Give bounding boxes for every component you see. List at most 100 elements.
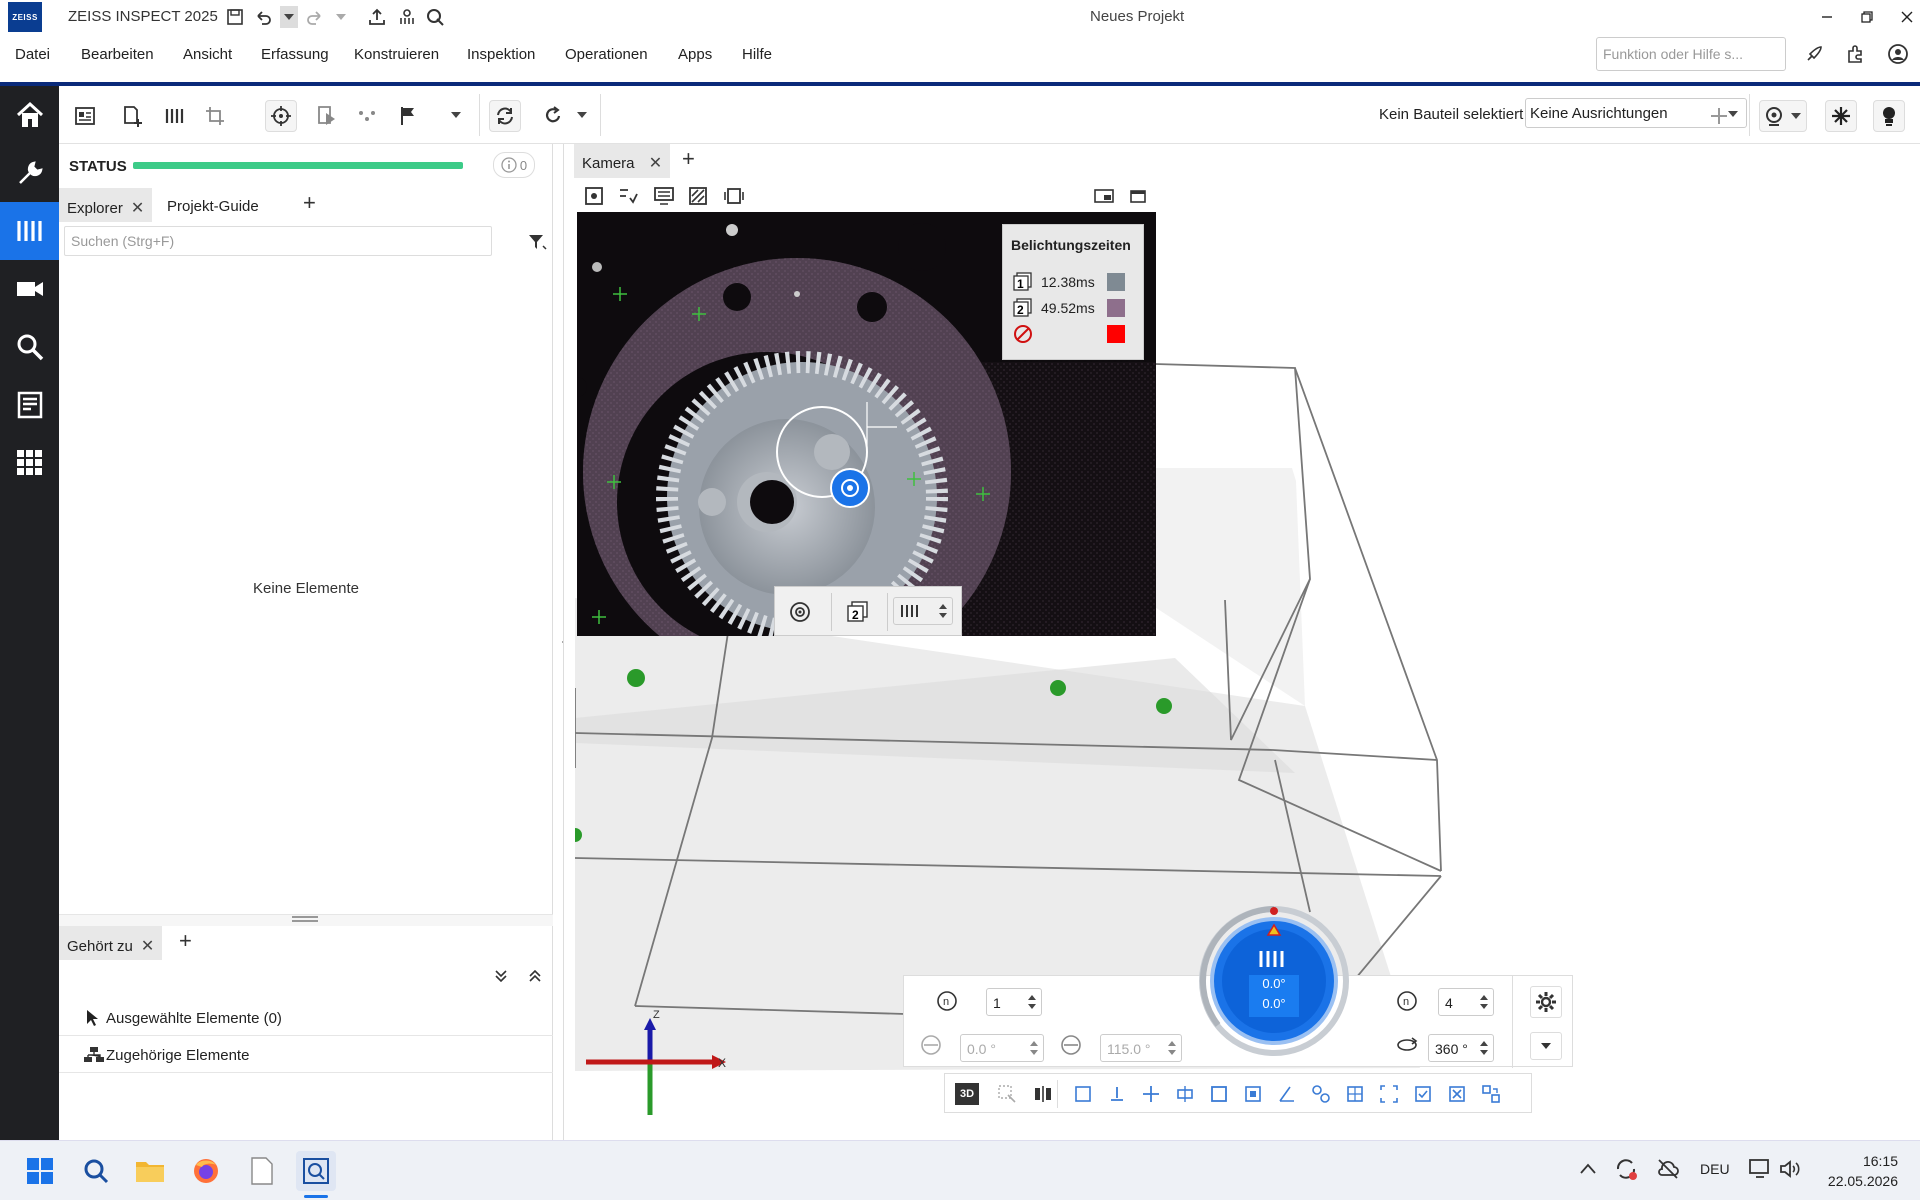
tray-display-icon[interactable] — [1748, 1157, 1772, 1181]
view-focus-icon[interactable] — [1379, 1084, 1399, 1104]
light-burst-icon[interactable] — [1825, 100, 1857, 132]
scan-series-stepper[interactable] — [893, 597, 953, 625]
menu-hilfe[interactable]: Hilfe — [742, 46, 772, 63]
target-scan-icon[interactable] — [265, 100, 297, 132]
tray-chevron-up-icon[interactable] — [1580, 1163, 1596, 1175]
bulb-icon[interactable] — [1873, 100, 1905, 132]
flag-dropdown-icon[interactable] — [451, 112, 461, 118]
explorer-layout-icon[interactable] — [69, 100, 101, 132]
view-check-icon[interactable] — [1413, 1084, 1433, 1104]
add-part-icon[interactable] — [117, 100, 149, 132]
undo-icon[interactable] — [252, 6, 274, 28]
reference-point[interactable] — [1050, 680, 1066, 696]
windows-start-icon[interactable] — [20, 1151, 60, 1191]
count-stepper[interactable]: 4 — [1438, 988, 1494, 1016]
close-icon[interactable] — [1894, 4, 1920, 30]
camera-projector-icon[interactable] — [654, 186, 674, 206]
camera-pattern-icon[interactable] — [688, 186, 708, 206]
info-badge[interactable]: 0 — [493, 152, 535, 178]
rotation-range-stepper[interactable]: 360 ° — [1428, 1034, 1494, 1062]
view-3d-icon[interactable]: 3D — [955, 1083, 979, 1105]
view-remove-icon[interactable] — [1447, 1084, 1467, 1104]
camera-snapshot-icon[interactable] — [584, 186, 604, 206]
steps-stepper[interactable]: 1 — [986, 988, 1042, 1016]
view-split-icon[interactable] — [1141, 1084, 1161, 1104]
selected-elements-row[interactable]: Ausgewählte Elemente (0) — [59, 1000, 553, 1036]
view-link-icon[interactable] — [1311, 1084, 1331, 1104]
camera-check-icon[interactable] — [618, 186, 638, 206]
crop-icon[interactable] — [199, 100, 231, 132]
file-explorer-icon[interactable] — [130, 1151, 170, 1191]
view-front-icon[interactable] — [1073, 1084, 1093, 1104]
tray-sync-icon[interactable] — [1614, 1157, 1638, 1181]
recompute-icon[interactable] — [537, 100, 569, 132]
scan-target-icon[interactable] — [789, 601, 811, 623]
nav-apps-grid-icon[interactable] — [0, 434, 59, 492]
camera-pip-icon[interactable] — [1094, 188, 1114, 204]
export-icon[interactable] — [366, 6, 388, 28]
view-target-icon[interactable] — [1759, 100, 1807, 132]
nav-report-icon[interactable] — [0, 376, 59, 434]
menu-konstruieren[interactable]: Konstruieren — [354, 46, 439, 63]
tab-kamera[interactable]: Kamera ✕ — [574, 144, 671, 178]
sensor-icon[interactable] — [396, 6, 418, 28]
nav-home-icon[interactable] — [0, 86, 59, 144]
close-tab-icon[interactable]: ✕ — [131, 200, 144, 217]
puzzle-icon[interactable] — [1842, 40, 1870, 68]
angle-end-stepper[interactable]: 115.0 ° — [1100, 1034, 1182, 1062]
angle-start-stepper[interactable]: 0.0 ° — [960, 1034, 1044, 1062]
collapse-all-icon[interactable] — [529, 970, 541, 982]
add-tab-icon[interactable]: + — [303, 190, 316, 216]
panel-splitter[interactable] — [59, 914, 553, 926]
notepad-icon[interactable] — [242, 1151, 282, 1191]
splitter-grip-icon[interactable] — [292, 916, 318, 922]
reference-point[interactable] — [627, 669, 645, 687]
function-search-input[interactable]: Funktion oder Hilfe s... — [1596, 37, 1786, 71]
view-bottom-icon[interactable] — [1107, 1084, 1127, 1104]
view-section-icon[interactable] — [1175, 1084, 1195, 1104]
refresh-icon[interactable] — [489, 100, 521, 132]
redo-dropdown-icon[interactable] — [332, 6, 350, 28]
nav-search-icon[interactable] — [0, 318, 59, 376]
minimize-icon[interactable] — [1814, 4, 1840, 30]
view-angle-icon[interactable] — [1277, 1084, 1297, 1104]
nav-wrench-icon[interactable] — [0, 144, 59, 202]
filter-icon[interactable] — [527, 232, 547, 252]
align-bars-icon[interactable] — [1033, 1084, 1053, 1104]
undo-dropdown-icon[interactable] — [280, 6, 298, 28]
menu-ansicht[interactable]: Ansicht — [183, 46, 232, 63]
reference-point[interactable] — [1156, 698, 1172, 714]
select-region-icon[interactable] — [997, 1084, 1017, 1104]
tab-explorer[interactable]: Explorer ✕ — [59, 188, 153, 222]
camera-exposure-icon[interactable] — [724, 186, 744, 206]
rocket-icon[interactable] — [1800, 40, 1828, 68]
play-measure-icon[interactable] — [311, 100, 343, 132]
menu-inspektion[interactable]: Inspektion — [467, 46, 535, 63]
related-elements-row[interactable]: Zugehörige Elemente — [59, 1037, 553, 1073]
view-grid-icon[interactable] — [1345, 1084, 1365, 1104]
menu-apps[interactable]: Apps — [678, 46, 712, 63]
points-icon[interactable] — [351, 100, 383, 132]
tab-gehoert-zu[interactable]: Gehört zu ✕ — [59, 926, 163, 960]
settings-gear-icon[interactable] — [1530, 986, 1562, 1018]
nav-measure-icon[interactable] — [0, 202, 59, 260]
close-tab-icon[interactable]: ✕ — [649, 155, 662, 172]
system-clock[interactable]: 16:15 22.05.2026 — [1812, 1151, 1898, 1191]
tray-cloud-off-icon[interactable] — [1656, 1157, 1680, 1181]
flag-icon[interactable] — [393, 100, 425, 132]
recompute-dropdown-icon[interactable] — [577, 112, 587, 118]
add-tab-icon[interactable]: + — [179, 928, 192, 954]
save-icon[interactable] — [224, 6, 246, 28]
taskbar-search-icon[interactable] — [76, 1151, 116, 1191]
restore-icon[interactable] — [1854, 4, 1880, 30]
input-language[interactable]: DEU — [1700, 1161, 1730, 1177]
camera-maximize-icon[interactable] — [1130, 188, 1146, 204]
tray-volume-icon[interactable] — [1778, 1157, 1802, 1181]
search-arrow-icon[interactable] — [424, 6, 446, 28]
measure-series-icon[interactable] — [159, 100, 191, 132]
scan-exposure-icon[interactable]: 2 — [847, 601, 869, 623]
expand-all-icon[interactable] — [495, 970, 507, 982]
add-view-tab-icon[interactable]: + — [682, 146, 695, 172]
more-options-dropdown-icon[interactable] — [1530, 1032, 1562, 1060]
firefox-icon[interactable] — [186, 1151, 226, 1191]
